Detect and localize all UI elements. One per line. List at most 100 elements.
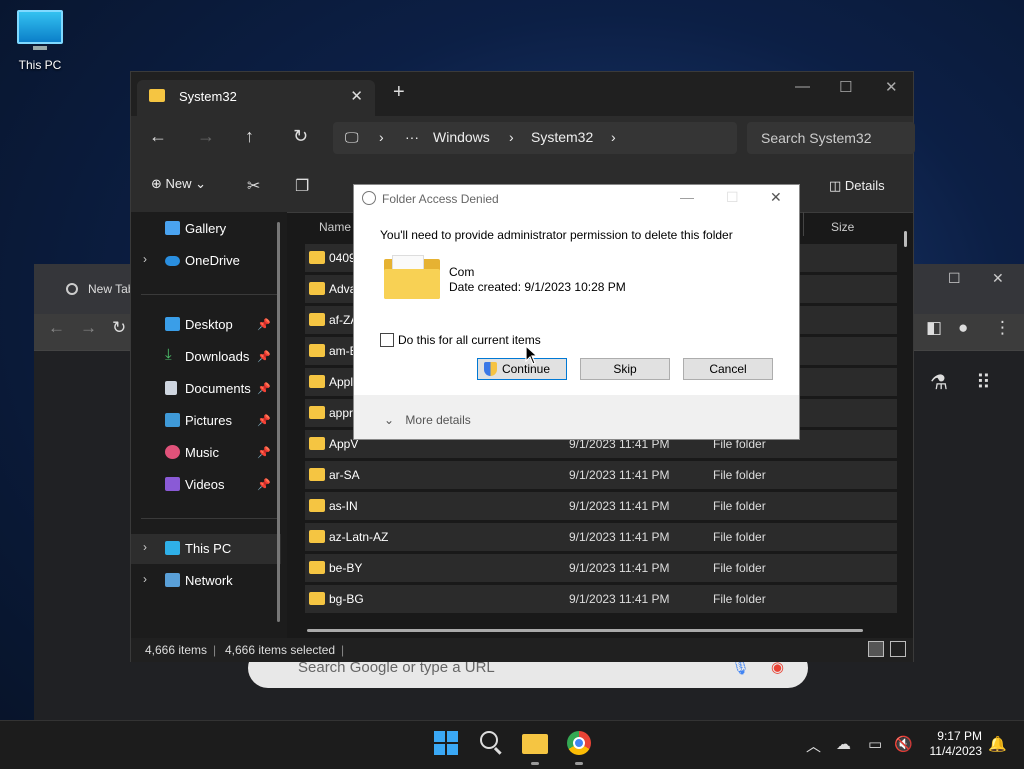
apps-grid-icon[interactable]: ⠿ bbox=[976, 370, 991, 395]
table-row[interactable]: ar-SA 9/1/2023 11:41 PM File folder bbox=[305, 461, 897, 489]
desktop-icon-this-pc[interactable]: This PC bbox=[12, 10, 68, 72]
explorer-search-input[interactable]: Search System32 bbox=[747, 122, 915, 154]
close-icon[interactable]: ✕ bbox=[885, 78, 898, 96]
breadcrumb-chevron-icon: › bbox=[509, 129, 514, 145]
breadcrumb-system32[interactable]: System32 bbox=[531, 129, 593, 145]
file-date: 9/1/2023 11:41 PM bbox=[569, 592, 670, 606]
explorer-titlebar: System32 ✕ + — ☐ ✕ bbox=[131, 72, 913, 116]
table-row[interactable]: be-BY 9/1/2023 11:41 PM File folder bbox=[305, 554, 897, 582]
pin-icon: 📌 bbox=[257, 447, 271, 459]
minimize-icon[interactable]: — bbox=[795, 78, 810, 95]
chrome-sidepanel-icon[interactable]: ◧ bbox=[926, 318, 942, 338]
table-row[interactable]: az-Latn-AZ 9/1/2023 11:41 PM File folder bbox=[305, 523, 897, 551]
tiles-view-icon[interactable] bbox=[890, 641, 907, 657]
nav-item-music[interactable]: Music 📌 bbox=[131, 438, 281, 468]
start-windows-icon[interactable] bbox=[434, 731, 458, 755]
maximize-icon[interactable]: ☐ bbox=[839, 78, 852, 96]
taskbar-search-icon[interactable] bbox=[480, 731, 498, 749]
nav-item-desktop[interactable]: Desktop 📌 bbox=[131, 310, 281, 340]
expand-chevron-icon[interactable]: › bbox=[143, 540, 147, 554]
network-icon[interactable]: ▭ bbox=[868, 735, 882, 753]
computer-icon: 🖵 bbox=[345, 129, 359, 145]
continue-button[interactable]: Continue bbox=[477, 358, 567, 380]
clock-icon bbox=[362, 191, 376, 205]
onedrive-offline-icon[interactable]: ☁ bbox=[836, 735, 851, 753]
do-for-all-label[interactable]: Do this for all current items bbox=[398, 333, 541, 347]
nav-item-videos[interactable]: Videos 📌 bbox=[131, 470, 281, 500]
file-list-vertical-scrollbar[interactable] bbox=[904, 231, 907, 247]
folder-icon bbox=[309, 251, 325, 264]
file-name: az-Latn-AZ bbox=[329, 530, 389, 544]
table-row[interactable]: bg-BG 9/1/2023 11:41 PM File folder bbox=[305, 585, 897, 613]
forward-icon[interactable]: → bbox=[197, 126, 215, 147]
up-icon[interactable]: ↑ bbox=[245, 126, 254, 147]
details-view-icon[interactable] bbox=[868, 641, 884, 657]
chrome-forward-icon[interactable]: → bbox=[80, 318, 97, 338]
chrome-reload-icon[interactable]: ↻ bbox=[112, 318, 126, 338]
nav-scrollbar[interactable] bbox=[277, 222, 280, 622]
chrome-taskbar-icon[interactable] bbox=[567, 731, 591, 755]
chrome-maximize-icon[interactable]: ☐ bbox=[948, 270, 961, 287]
cut-icon[interactable]: ✂ bbox=[247, 176, 260, 196]
breadcrumb-windows[interactable]: Windows bbox=[433, 129, 490, 145]
nav-item-onedrive[interactable]: › OneDrive bbox=[131, 246, 281, 276]
monitor-icon bbox=[17, 10, 63, 50]
file-type: File folder bbox=[713, 499, 766, 513]
nav-item-network[interactable]: › Network bbox=[131, 566, 281, 596]
details-button[interactable]: ◫ Details bbox=[829, 178, 885, 194]
status-bar: 4,666 items | 4,666 items selected | bbox=[131, 638, 913, 662]
dialog-close-icon[interactable]: ✕ bbox=[770, 189, 782, 206]
chrome-back-icon[interactable]: ← bbox=[48, 318, 65, 338]
column-header-name[interactable]: Name bbox=[319, 220, 351, 234]
download-arrow-icon: ⤓ bbox=[165, 346, 172, 363]
expand-chevron-icon[interactable]: › bbox=[143, 252, 147, 266]
dialog-minimize-icon[interactable]: — bbox=[680, 189, 694, 205]
mouse-cursor-icon bbox=[525, 345, 539, 365]
file-explorer-taskbar-icon[interactable] bbox=[522, 734, 548, 754]
nav-item-downloads[interactable]: ⤓ Downloads 📌 bbox=[131, 342, 281, 372]
column-divider[interactable] bbox=[803, 212, 804, 236]
chrome-close-icon[interactable]: ✕ bbox=[992, 270, 1004, 287]
network-icon bbox=[165, 573, 180, 587]
taskbar-clock[interactable]: 9:17 PM 11/4/2023 bbox=[922, 729, 983, 759]
volume-muted-icon[interactable]: 🔇 bbox=[894, 735, 913, 753]
address-bar[interactable]: 🖵 › ··· Windows › System32 › bbox=[333, 122, 737, 154]
chrome-tab-title: New Tab bbox=[88, 282, 135, 296]
copy-icon[interactable]: ❐ bbox=[295, 176, 309, 196]
notifications-bell-icon[interactable]: 🔔 bbox=[988, 735, 1007, 753]
file-name: ar-SA bbox=[329, 468, 360, 482]
explorer-tab-system32[interactable]: System32 ✕ bbox=[137, 80, 375, 116]
do-for-all-checkbox[interactable] bbox=[380, 333, 394, 347]
more-details-toggle[interactable]: ⌄ More details bbox=[384, 413, 471, 427]
back-icon[interactable]: ← bbox=[149, 126, 167, 147]
document-icon bbox=[165, 381, 177, 395]
table-row[interactable]: as-IN 9/1/2023 11:41 PM File folder bbox=[305, 492, 897, 520]
nav-item-documents[interactable]: Documents 📌 bbox=[131, 374, 281, 404]
tray-overflow-chevron-icon[interactable]: ︿ bbox=[806, 735, 821, 756]
new-button[interactable]: ⊕ New ⌄ bbox=[151, 176, 206, 192]
expand-chevron-icon[interactable]: › bbox=[143, 572, 147, 586]
file-list-horizontal-scrollbar[interactable] bbox=[307, 629, 863, 632]
pin-icon: 📌 bbox=[257, 383, 271, 395]
chrome-menu-icon[interactable]: ⋮ bbox=[994, 318, 1011, 338]
onedrive-cloud-icon bbox=[165, 256, 180, 266]
skip-button[interactable]: Skip bbox=[580, 358, 670, 380]
file-date: 9/1/2023 11:41 PM bbox=[569, 530, 670, 544]
file-date: 9/1/2023 11:41 PM bbox=[569, 561, 670, 575]
column-header-size[interactable]: Size bbox=[831, 220, 854, 234]
nav-item-gallery[interactable]: Gallery bbox=[131, 214, 281, 244]
nav-item-this-pc[interactable]: › This PC bbox=[131, 534, 281, 564]
labs-flask-icon[interactable]: ⚗ bbox=[930, 370, 948, 395]
chrome-profile-icon[interactable]: ● bbox=[958, 318, 968, 338]
explorer-tab-title: System32 bbox=[179, 89, 237, 104]
cancel-button[interactable]: Cancel bbox=[683, 358, 773, 380]
nav-item-pictures[interactable]: Pictures 📌 bbox=[131, 406, 281, 436]
new-tab-icon[interactable]: + bbox=[393, 81, 405, 104]
refresh-icon[interactable]: ↻ bbox=[293, 126, 308, 147]
folder-icon bbox=[309, 437, 325, 450]
file-type: File folder bbox=[713, 468, 766, 482]
nav-item-label: Music bbox=[185, 445, 219, 460]
status-separator: | bbox=[213, 643, 217, 657]
tab-close-icon[interactable]: ✕ bbox=[350, 87, 363, 105]
breadcrumb-overflow[interactable]: ··· bbox=[405, 129, 419, 145]
